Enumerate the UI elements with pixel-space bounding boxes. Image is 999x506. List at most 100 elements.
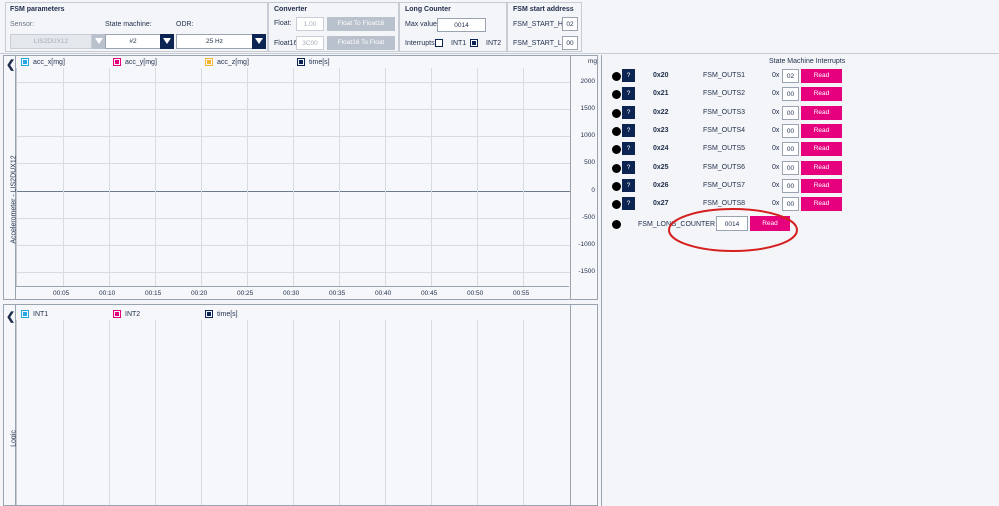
int2-label: INT2: [486, 40, 502, 47]
logic-legend-label-1: INT2: [125, 311, 141, 318]
float-input[interactable]: 1.00: [296, 17, 324, 31]
logic-gridline-x-7: [385, 320, 386, 505]
interrupt-hex-prefix-1: 0x: [772, 72, 780, 79]
interrupt-address-1: 0x20: [653, 72, 669, 79]
interrupt-hex-prefix-4: 0x: [772, 126, 780, 134]
accel-gridline-x-10: [523, 68, 524, 286]
max-value-input[interactable]: 0014: [437, 18, 486, 32]
accel-gridline-x-5: [293, 68, 294, 286]
fsm-start-l-label: FSM_START_L:: [513, 40, 564, 47]
accel-y-tick-0: 2000: [580, 77, 595, 85]
logic-plot-area: [16, 320, 569, 505]
logic-collapse-chevron-icon[interactable]: ❮: [6, 310, 15, 323]
logic-legend-swatch-fill-2: [207, 312, 211, 316]
interrupt-read-button-2[interactable]: Read: [801, 87, 842, 102]
accel-legend-swatch-3[interactable]: [297, 58, 305, 66]
int2-checkbox[interactable]: [470, 39, 478, 47]
state-machine-select[interactable]: #2: [105, 34, 161, 49]
fsm-parameters-panel: FSM parameters Sensor: LIS2DUX12 State m…: [5, 2, 268, 52]
interrupt-help-button-1[interactable]: ?: [622, 69, 635, 82]
accel-y-tick-5: -500: [581, 213, 595, 221]
accel-legend-swatch-1[interactable]: [113, 58, 121, 66]
logic-legend-swatch-2[interactable]: [205, 310, 213, 318]
accel-y-tick-6: -1000: [578, 241, 595, 249]
interrupt-help-button-5[interactable]: ?: [622, 142, 635, 156]
interrupt-help-button-3[interactable]: ?: [622, 105, 635, 119]
interrupt-read-button-8[interactable]: Read: [801, 197, 842, 212]
odr-label: ODR:: [176, 21, 194, 28]
odr-select[interactable]: 25 Hz: [176, 34, 253, 49]
interrupt-read-button-4[interactable]: Read: [801, 123, 842, 138]
accel-gridline-x-8: [431, 68, 432, 286]
highlight-ellipse: [668, 208, 798, 252]
interrupt-status-dot-5: [612, 145, 621, 155]
interrupt-help-button-4[interactable]: ?: [622, 123, 635, 137]
interrupt-read-button-7[interactable]: Read: [801, 178, 842, 193]
odr-dropdown-icon[interactable]: [252, 34, 266, 49]
accel-collapse-chevron-icon[interactable]: ❮: [6, 58, 15, 71]
accel-y-tick-7: -1500: [578, 268, 595, 276]
interrupt-value-2: 00: [782, 87, 799, 102]
logic-gridline-x-0: [63, 320, 64, 505]
accel-legend-swatch-fill-3: [299, 60, 303, 64]
interrupt-help-button-6[interactable]: ?: [622, 160, 635, 174]
accel-gridline-x-1: [109, 68, 110, 286]
interrupt-status-dot-1: [612, 72, 621, 81]
float-label: Float:: [274, 20, 292, 27]
logic-legend-label-0: INT1: [33, 311, 49, 318]
interrupt-hex-prefix-7: 0x: [772, 181, 780, 189]
accel-x-tick-9: 00:50: [467, 290, 484, 297]
int1-checkbox[interactable]: [435, 39, 443, 47]
state-machine-label: State machine:: [105, 21, 152, 28]
interrupt-value-3: 00: [782, 105, 799, 120]
divider-top: [0, 53, 999, 54]
converter-panel: Converter Float: 1.00 Float To Float16 F…: [268, 2, 399, 52]
int1-label: INT1: [451, 40, 467, 47]
fsm-start-h-input[interactable]: 02: [562, 17, 578, 31]
interrupt-register-name-6: FSM_OUTS6: [703, 163, 746, 171]
logic-legend-swatch-1[interactable]: [113, 310, 121, 318]
accel-legend-swatch-2[interactable]: [205, 58, 213, 66]
interrupt-value-4: 00: [782, 123, 799, 138]
interrupt-value-7: 00: [782, 178, 799, 193]
accel-legend-swatch-fill-1: [115, 60, 119, 64]
interrupt-help-button-8[interactable]: ?: [622, 197, 635, 211]
accel-y-tick-3: 500: [584, 159, 595, 167]
interrupt-read-button-6[interactable]: Read: [801, 160, 842, 175]
interrupt-register-name-5: FSM_OUTS5: [703, 145, 746, 153]
sensor-select[interactable]: LIS2DUX12: [10, 34, 92, 49]
accel-gridline-x-9: [477, 68, 478, 286]
interrupt-read-button-5[interactable]: Read: [801, 142, 842, 157]
interrupt-read-button-1[interactable]: Read: [801, 69, 842, 83]
accel-legend-swatch-0[interactable]: [21, 58, 29, 66]
interrupt-status-dot-2: [612, 90, 621, 100]
fsm-start-l-input[interactable]: 00: [562, 36, 578, 50]
state-machine-dropdown-icon[interactable]: [160, 34, 174, 49]
accel-x-tick-3: 00:20: [191, 290, 208, 297]
float16-input[interactable]: 3C00: [296, 36, 324, 50]
interrupt-read-button-3[interactable]: Read: [801, 105, 842, 120]
highlight-ellipse-shape: [668, 208, 798, 252]
interrupt-value-1: 02: [782, 69, 799, 83]
interrupt-value-6: 00: [782, 160, 799, 175]
interrupt-help-button-7[interactable]: ?: [622, 178, 635, 192]
logic-gridline-x-10: [523, 320, 524, 505]
accel-x-tick-8: 00:45: [421, 290, 438, 297]
logic-collapse-strip: [4, 305, 16, 505]
interrupt-register-name-1: FSM_OUTS1: [703, 72, 746, 79]
accel-x-tick-1: 00:10: [99, 290, 116, 297]
interrupt-help-button-2[interactable]: ?: [622, 87, 635, 101]
sensor-dropdown-icon[interactable]: [92, 34, 106, 49]
interrupt-address-2: 0x21: [653, 90, 669, 98]
accel-y-tick-1: 1500: [580, 104, 595, 112]
logic-right-strip: [570, 305, 598, 505]
interrupt-address-4: 0x23: [653, 126, 669, 134]
float-to-float16-button[interactable]: Float To Float16: [327, 17, 395, 31]
accel-x-axis: 00:05 00:10 00:15 00:20 00:25 00:30 00:35 00:40…: [16, 286, 569, 299]
interrupt-register-name-2: FSM_OUTS2: [703, 90, 746, 98]
interrupt-address-3: 0x22: [653, 108, 669, 116]
fsm-start-panel: FSM start address FSM_START_H: 02 FSM_ST…: [507, 2, 582, 52]
float16-to-float-button[interactable]: Float16 To Float: [327, 36, 395, 50]
logic-gridline-x-2: [155, 320, 156, 505]
logic-legend-swatch-0[interactable]: [21, 310, 29, 318]
